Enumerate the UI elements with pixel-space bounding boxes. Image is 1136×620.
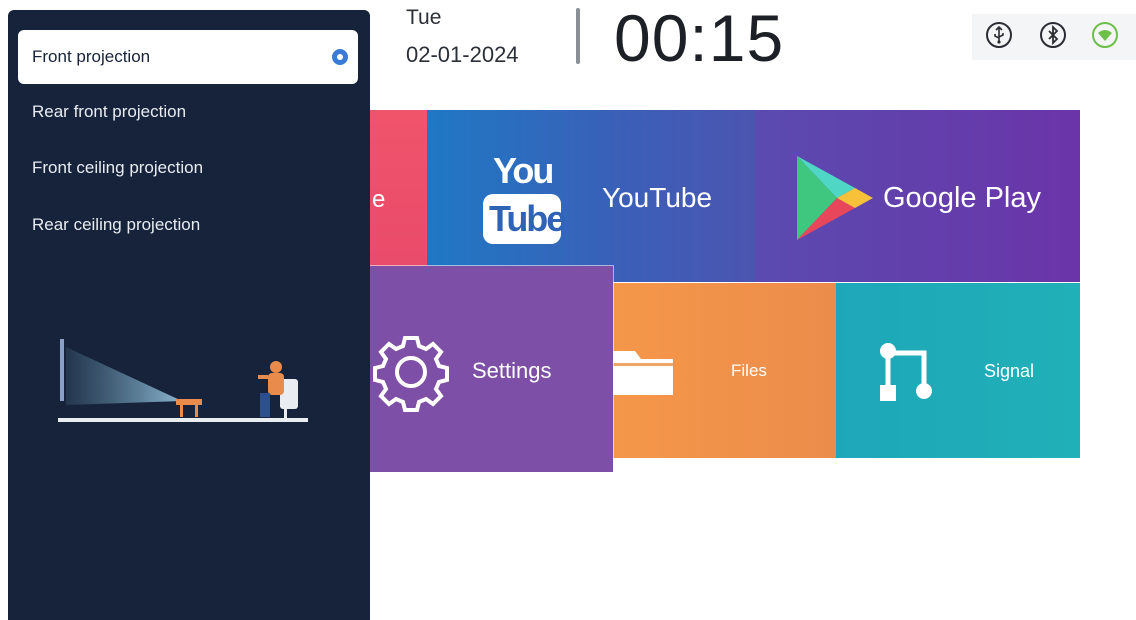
app-tile-partial[interactable]: e (370, 110, 427, 282)
radio-selected-icon[interactable] (332, 49, 348, 65)
projection-option-rear-ceiling[interactable]: Rear ceiling projection (22, 207, 342, 243)
app-tile-partial-label: e (372, 186, 386, 213)
youtube-logo: You Tube (483, 148, 566, 248)
folder-icon (613, 351, 673, 395)
wifi-icon[interactable] (1092, 22, 1118, 48)
settings-label: Settings (472, 358, 552, 383)
usb-icon[interactable] (986, 22, 1012, 48)
projection-option-label: Rear front projection (32, 102, 187, 121)
projection-option-label: Rear ceiling projection (32, 215, 201, 234)
youtube-logo-you: You (493, 150, 554, 191)
date-label: 02-01-2024 (406, 42, 519, 67)
day-label: Tue (406, 6, 442, 29)
files-tile[interactable]: Files (613, 283, 836, 458)
status-divider (576, 8, 580, 64)
projection-option-rear-front[interactable]: Rear front projection (22, 94, 342, 130)
projection-option-front[interactable]: Front projection (18, 30, 358, 84)
youtube-tile[interactable]: You Tube YouTube (427, 110, 755, 282)
bluetooth-icon[interactable] (1040, 22, 1066, 48)
google-play-icon (797, 156, 873, 240)
signal-source-icon (880, 343, 932, 401)
youtube-logo-tube: Tube (489, 198, 566, 239)
clock: 00:15 (614, 1, 785, 75)
status-icon-tray (972, 14, 1136, 60)
youtube-label: YouTube (602, 182, 713, 213)
projection-mode-panel: Front projection Rear front projection F… (8, 10, 370, 620)
signal-tile[interactable]: Signal (836, 283, 1080, 458)
front-projection-illustration-icon (58, 339, 308, 422)
google-play-label: Google Play (883, 182, 1041, 214)
projection-option-label: Front projection (32, 47, 151, 66)
settings-tile[interactable]: Settings (370, 266, 613, 472)
projection-option-label: Front ceiling projection (32, 158, 204, 177)
files-label: Files (731, 361, 767, 380)
projection-option-front-ceiling[interactable]: Front ceiling projection (22, 150, 342, 186)
google-play-tile[interactable]: Google Play (755, 110, 1080, 282)
signal-label: Signal (984, 361, 1035, 381)
gear-icon (373, 336, 449, 412)
